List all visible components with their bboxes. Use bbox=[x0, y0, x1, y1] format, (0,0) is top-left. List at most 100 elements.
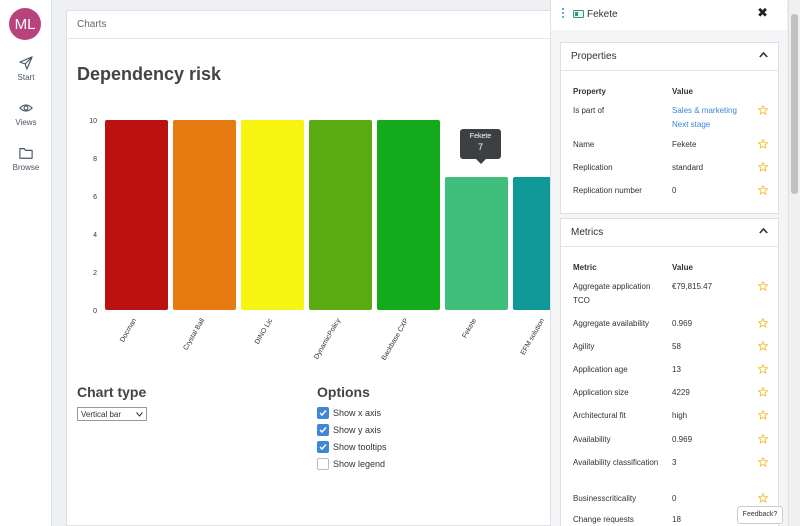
nav-views[interactable]: Views bbox=[0, 101, 52, 127]
options-title: Options bbox=[317, 384, 370, 400]
scrollbar[interactable] bbox=[788, 0, 800, 526]
chevron-up-icon[interactable] bbox=[759, 228, 768, 234]
y-tick-label: 2 bbox=[93, 270, 97, 277]
close-icon[interactable]: ✖ bbox=[757, 5, 768, 21]
card-title: Charts bbox=[67, 11, 565, 39]
metric-key: Application age bbox=[573, 365, 628, 374]
chart-tooltip: Fekete 7 bbox=[460, 129, 501, 164]
nav-browse[interactable]: Browse bbox=[0, 146, 52, 172]
bar[interactable] bbox=[445, 177, 508, 310]
checkbox-checked[interactable] bbox=[317, 407, 329, 419]
nav-views-label: Views bbox=[15, 118, 37, 127]
metric-value: €79,815.47 bbox=[672, 282, 713, 291]
x-tick-label: DINO Lic bbox=[254, 317, 275, 346]
metric-value: 0 bbox=[672, 494, 677, 503]
column-header-value: Value bbox=[672, 87, 693, 96]
link-next-stage[interactable]: Next stage bbox=[672, 120, 710, 129]
metric-key: Availability classification bbox=[573, 458, 659, 467]
x-tick-label: EFM solution bbox=[520, 317, 547, 356]
metric-value: 0.969 bbox=[672, 435, 693, 444]
metric-value: 18 bbox=[672, 515, 681, 524]
x-tick-label: Crystal Ball bbox=[182, 317, 206, 352]
panel-title: Fekete bbox=[587, 9, 618, 20]
panel-header: Fekete ✖ bbox=[551, 0, 787, 30]
column-header-property: Property bbox=[573, 87, 606, 96]
metric-key: Aggregate availability bbox=[573, 319, 650, 328]
star-icon[interactable] bbox=[758, 434, 768, 444]
metric-value: 58 bbox=[672, 342, 681, 351]
metric-key: Aggregate application TCO bbox=[573, 282, 651, 305]
star-icon[interactable] bbox=[758, 493, 768, 503]
application-icon bbox=[573, 10, 584, 18]
properties-title: Properties bbox=[571, 51, 617, 62]
option-show-tooltips[interactable]: Show tooltips bbox=[317, 441, 387, 453]
nav-browse-label: Browse bbox=[12, 163, 40, 172]
metrics-header[interactable]: Metrics bbox=[561, 219, 778, 247]
x-tick-label: DynamicPolicy bbox=[313, 317, 342, 361]
star-icon[interactable] bbox=[758, 281, 768, 291]
option-show-legend[interactable]: Show legend bbox=[317, 458, 385, 470]
metric-key: Architectural fit bbox=[573, 411, 626, 420]
nav-start-label: Start bbox=[17, 73, 35, 82]
y-tick-label: 10 bbox=[89, 118, 97, 125]
property-key: Replication bbox=[573, 163, 613, 172]
column-header-metric: Metric bbox=[573, 263, 597, 272]
charts-card: Charts Dependency risk 0 2 4 6 8 10 Docman Crys… bbox=[66, 10, 567, 526]
star-icon[interactable] bbox=[758, 105, 768, 115]
star-icon[interactable] bbox=[758, 457, 768, 467]
checkbox-checked[interactable] bbox=[317, 424, 329, 436]
star-icon[interactable] bbox=[758, 341, 768, 351]
property-value: 0 bbox=[672, 186, 677, 195]
star-icon[interactable] bbox=[758, 410, 768, 420]
bar[interactable] bbox=[309, 120, 372, 310]
metric-value: 4229 bbox=[672, 388, 690, 397]
option-show-x-axis[interactable]: Show x axis bbox=[317, 407, 381, 419]
kebab-menu-icon[interactable] bbox=[562, 8, 566, 20]
scrollbar-thumb[interactable] bbox=[791, 14, 798, 194]
property-value: Fekete bbox=[672, 140, 697, 149]
bar[interactable] bbox=[241, 120, 304, 310]
metrics-title: Metrics bbox=[571, 227, 604, 238]
star-icon[interactable] bbox=[758, 318, 768, 328]
option-show-y-axis[interactable]: Show y axis bbox=[317, 424, 381, 436]
option-label: Show tooltips bbox=[333, 442, 387, 452]
folder-icon bbox=[19, 148, 33, 159]
check-icon bbox=[319, 410, 327, 417]
link-sales-marketing[interactable]: Sales & marketing bbox=[672, 106, 737, 115]
left-nav: ML Start Views Browse bbox=[0, 0, 52, 526]
metric-value: high bbox=[672, 411, 688, 420]
bar[interactable] bbox=[377, 120, 440, 310]
page-title: Dependency risk bbox=[77, 64, 222, 84]
y-tick-label: 6 bbox=[93, 194, 97, 201]
star-icon[interactable] bbox=[758, 364, 768, 374]
metric-key: Businesscriticality bbox=[573, 494, 637, 503]
checkbox-checked[interactable] bbox=[317, 441, 329, 453]
chart-type-value: Vertical bar bbox=[81, 409, 122, 419]
bar[interactable] bbox=[105, 120, 168, 310]
check-icon bbox=[319, 444, 327, 451]
star-icon[interactable] bbox=[758, 387, 768, 397]
detail-panel: Fekete ✖ Properties Property Value Is pa… bbox=[550, 0, 787, 526]
metric-value: 0.969 bbox=[672, 319, 693, 328]
bar[interactable] bbox=[173, 120, 236, 310]
star-icon[interactable] bbox=[758, 139, 768, 149]
x-tick-label: Backbase CXP bbox=[381, 317, 411, 362]
chart-type-select[interactable]: Vertical bar bbox=[77, 407, 147, 421]
metric-key: Change requests bbox=[573, 515, 634, 524]
chevron-up-icon[interactable] bbox=[759, 52, 768, 58]
y-tick-label: 4 bbox=[93, 232, 97, 239]
star-icon[interactable] bbox=[758, 185, 768, 195]
properties-header[interactable]: Properties bbox=[561, 43, 778, 71]
nav-start[interactable]: Start bbox=[0, 56, 52, 82]
avatar[interactable]: ML bbox=[9, 8, 41, 40]
checkbox-unchecked[interactable] bbox=[317, 458, 329, 470]
metric-key: Agility bbox=[573, 342, 595, 351]
chevron-down-icon bbox=[136, 411, 143, 417]
feedback-button[interactable]: Feedback? bbox=[737, 506, 783, 524]
property-value: Sales & marketing Next stage bbox=[672, 104, 737, 132]
chart-type-title: Chart type bbox=[77, 384, 147, 400]
send-icon bbox=[19, 56, 33, 70]
metric-value: 13 bbox=[672, 365, 681, 374]
property-key: Is part of bbox=[573, 106, 605, 115]
star-icon[interactable] bbox=[758, 162, 768, 172]
